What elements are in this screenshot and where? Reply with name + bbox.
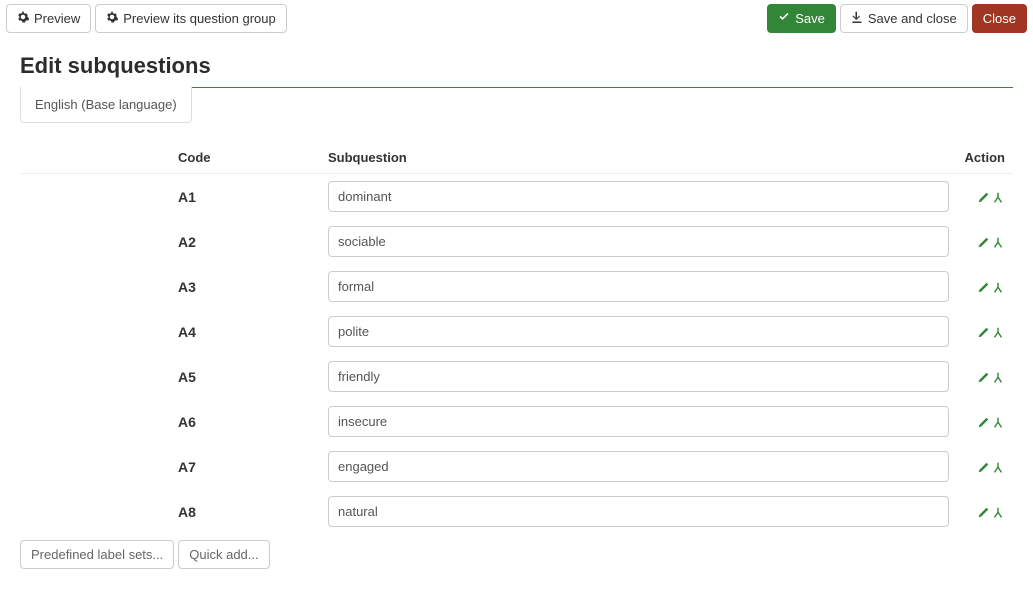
- code-cell: A1: [20, 174, 320, 220]
- subquestion-input[interactable]: [328, 496, 949, 527]
- subquestion-input[interactable]: [328, 451, 949, 482]
- table-row: A5: [20, 354, 1013, 399]
- table-row: A1: [20, 174, 1013, 220]
- page-title: Edit subquestions: [20, 47, 1013, 88]
- pencil-icon[interactable]: [976, 191, 990, 205]
- close-label: Close: [983, 11, 1016, 26]
- subquestion-cell: [320, 264, 957, 309]
- subquestion-cell: [320, 309, 957, 354]
- code-cell: A5: [20, 354, 320, 399]
- pencil-icon[interactable]: [976, 281, 990, 295]
- action-cell: [957, 174, 1013, 220]
- branch-icon[interactable]: [991, 281, 1005, 295]
- table-row: A4: [20, 309, 1013, 354]
- branch-icon[interactable]: [991, 371, 1005, 385]
- header-subquestion: Subquestion: [320, 142, 957, 174]
- action-cell: [957, 219, 1013, 264]
- subquestion-input[interactable]: [328, 271, 949, 302]
- branch-icon[interactable]: [991, 461, 1005, 475]
- code-cell: A2: [20, 219, 320, 264]
- predefined-label: Predefined label sets...: [31, 547, 163, 562]
- pencil-icon[interactable]: [976, 506, 990, 520]
- subquestion-cell: [320, 219, 957, 264]
- preview-button[interactable]: Preview: [6, 4, 91, 33]
- gear-icon: [106, 11, 118, 26]
- content: Edit subquestions English (Base language…: [0, 37, 1033, 589]
- check-icon: [778, 11, 790, 26]
- branch-icon[interactable]: [991, 326, 1005, 340]
- subquestion-table-wrap: Code Subquestion Action A1A2A3A4A5A6A7A8…: [20, 142, 1013, 569]
- preview-label: Preview: [34, 11, 80, 26]
- subquestion-cell: [320, 489, 957, 534]
- save-close-button[interactable]: Save and close: [840, 4, 968, 33]
- gear-icon: [17, 11, 29, 26]
- quick-add-button[interactable]: Quick add...: [178, 540, 269, 569]
- action-cell: [957, 354, 1013, 399]
- preview-group-button[interactable]: Preview its question group: [95, 4, 286, 33]
- pencil-icon[interactable]: [976, 416, 990, 430]
- save-button[interactable]: Save: [767, 4, 836, 33]
- tab-english[interactable]: English (Base language): [20, 86, 192, 123]
- tabs: English (Base language): [20, 87, 1013, 124]
- preview-group-label: Preview its question group: [123, 11, 275, 26]
- subquestion-cell: [320, 174, 957, 220]
- close-button[interactable]: Close: [972, 4, 1027, 33]
- action-cell: [957, 264, 1013, 309]
- toolbar-right: Save Save and close Close: [767, 4, 1027, 33]
- subquestion-cell: [320, 444, 957, 489]
- branch-icon[interactable]: [991, 236, 1005, 250]
- toolbar: Preview Preview its question group Save …: [0, 0, 1033, 37]
- table-row: A2: [20, 219, 1013, 264]
- save-label: Save: [795, 11, 825, 26]
- subquestion-input[interactable]: [328, 361, 949, 392]
- pencil-icon[interactable]: [976, 371, 990, 385]
- branch-icon[interactable]: [991, 416, 1005, 430]
- code-cell: A8: [20, 489, 320, 534]
- subquestion-table: Code Subquestion Action A1A2A3A4A5A6A7A8: [20, 142, 1013, 534]
- subquestion-input[interactable]: [328, 226, 949, 257]
- table-row: A3: [20, 264, 1013, 309]
- branch-icon[interactable]: [991, 191, 1005, 205]
- subquestion-cell: [320, 354, 957, 399]
- table-row: A8: [20, 489, 1013, 534]
- tab-label: English (Base language): [35, 97, 177, 112]
- predefined-label-sets-button[interactable]: Predefined label sets...: [20, 540, 174, 569]
- save-close-label: Save and close: [868, 11, 957, 26]
- subquestion-cell: [320, 399, 957, 444]
- footer-buttons: Predefined label sets... Quick add...: [20, 540, 1013, 569]
- action-cell: [957, 399, 1013, 444]
- pencil-icon[interactable]: [976, 326, 990, 340]
- subquestion-input[interactable]: [328, 316, 949, 347]
- pencil-icon[interactable]: [976, 236, 990, 250]
- quick-add-label: Quick add...: [189, 547, 258, 562]
- download-icon: [851, 11, 863, 26]
- code-cell: A6: [20, 399, 320, 444]
- toolbar-left: Preview Preview its question group: [6, 4, 287, 33]
- table-row: A7: [20, 444, 1013, 489]
- action-cell: [957, 444, 1013, 489]
- code-cell: A3: [20, 264, 320, 309]
- table-row: A6: [20, 399, 1013, 444]
- branch-icon[interactable]: [991, 506, 1005, 520]
- subquestion-input[interactable]: [328, 406, 949, 437]
- header-code: Code: [20, 142, 320, 174]
- header-action: Action: [957, 142, 1013, 174]
- code-cell: A7: [20, 444, 320, 489]
- pencil-icon[interactable]: [976, 461, 990, 475]
- action-cell: [957, 309, 1013, 354]
- action-cell: [957, 489, 1013, 534]
- code-cell: A4: [20, 309, 320, 354]
- subquestion-input[interactable]: [328, 181, 949, 212]
